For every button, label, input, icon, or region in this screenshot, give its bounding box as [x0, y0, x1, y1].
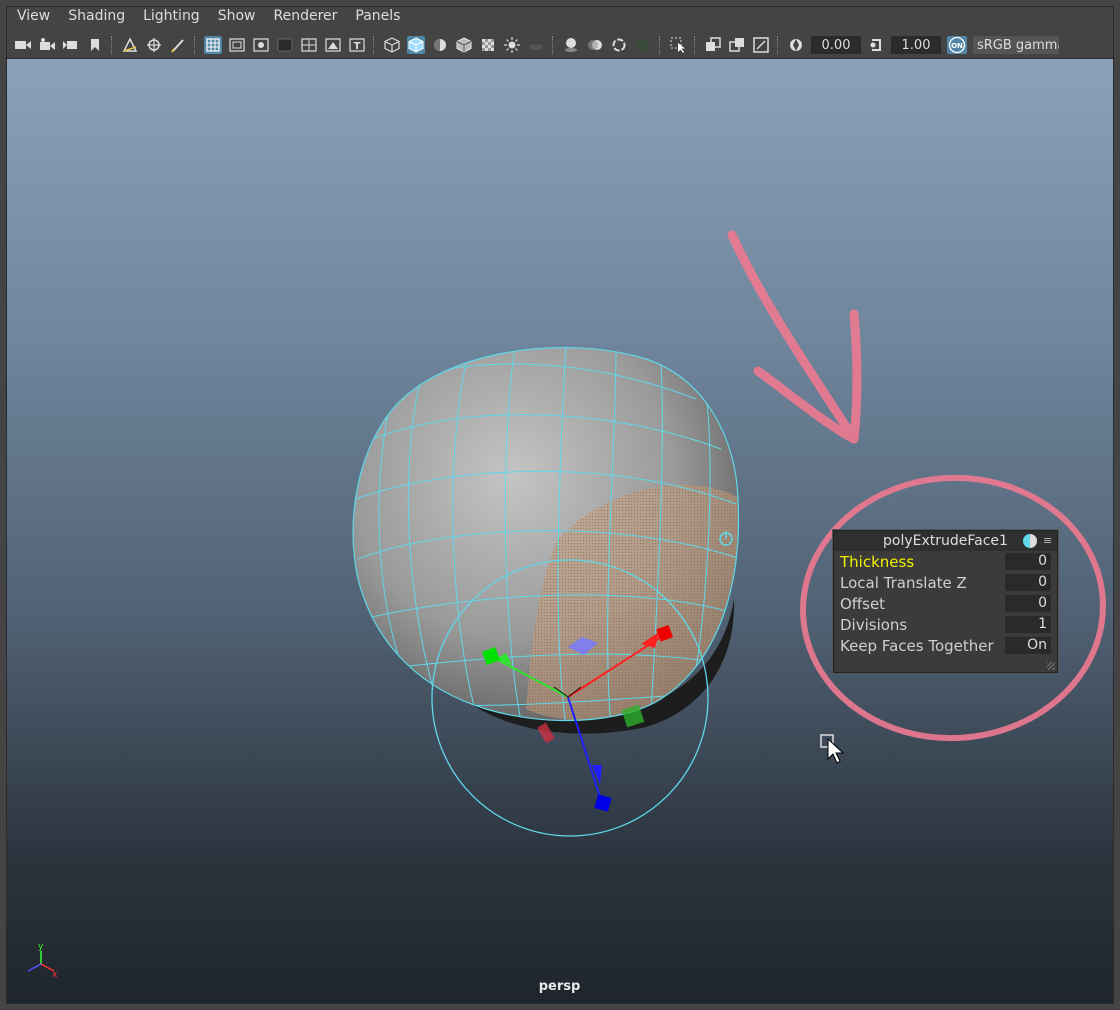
color-management-toggle[interactable]: ON — [947, 36, 967, 54]
attr-value-field[interactable]: 0 — [1005, 595, 1051, 612]
options-menu-icon[interactable]: ≡ — [1043, 534, 1053, 548]
grid-icon[interactable] — [204, 36, 222, 54]
menu-panels[interactable]: Panels — [346, 8, 409, 24]
isolate-select-icon[interactable] — [669, 36, 687, 54]
node-type-icon[interactable] — [1023, 534, 1037, 548]
attr-value-field[interactable]: 0 — [1005, 574, 1051, 591]
in-view-editor-header: polyExtrudeFace1 ≡ — [834, 531, 1057, 551]
exposure-field[interactable]: 0.00 — [811, 36, 861, 54]
annotation-arrow — [727, 230, 862, 444]
bookmark-camera-icon[interactable] — [62, 36, 80, 54]
attr-row-offset[interactable]: Offset 0 — [834, 593, 1057, 614]
use-all-lights-icon[interactable] — [503, 36, 521, 54]
default-material-icon[interactable] — [431, 36, 449, 54]
toolbar-separator — [111, 36, 114, 54]
shadows-icon[interactable] — [527, 36, 545, 54]
toolbar-separator — [659, 36, 662, 54]
attr-value-field[interactable]: 1 — [1005, 616, 1051, 633]
attr-row-thickness[interactable]: Thickness 0 — [834, 551, 1057, 572]
resize-grip-icon[interactable] — [1047, 662, 1055, 670]
toolbar-separator — [4, 36, 7, 54]
toolbar-separator — [552, 36, 555, 54]
screen-space-ao-icon[interactable] — [562, 36, 580, 54]
smooth-shade-icon[interactable] — [407, 36, 425, 54]
in-view-editor: polyExtrudeFace1 ≡ Thickness 0 Local Tra… — [833, 530, 1058, 673]
two-d-pan-zoom-icon[interactable] — [145, 36, 163, 54]
resolution-gate-icon[interactable] — [252, 36, 270, 54]
camera-name-label: persp — [538, 979, 581, 994]
menu-show[interactable]: Show — [209, 8, 265, 24]
depth-of-field-icon[interactable] — [634, 36, 652, 54]
attr-value-field[interactable]: On — [1005, 637, 1051, 654]
film-gate-icon[interactable] — [228, 36, 246, 54]
color-management-on-label: ON — [951, 42, 963, 50]
attr-row-local-translate-z[interactable]: Local Translate Z 0 — [834, 572, 1057, 593]
xray-active-components-icon[interactable] — [752, 36, 770, 54]
xray-joints-icon[interactable] — [728, 36, 746, 54]
gamma-icon[interactable] — [867, 36, 885, 54]
gamma-field[interactable]: 1.00 — [891, 36, 941, 54]
exposure-icon[interactable] — [787, 36, 805, 54]
attr-row-keep-faces-together[interactable]: Keep Faces Together On — [834, 635, 1057, 656]
bookmark-icon[interactable] — [86, 36, 104, 54]
field-chart-icon[interactable] — [300, 36, 318, 54]
panel-toolbar: T 0.00 1.00 ON sRGB gamma — [0, 32, 1120, 59]
menu-shading[interactable]: Shading — [59, 8, 134, 24]
grease-pencil-icon[interactable] — [169, 36, 187, 54]
axis-y-label: y — [38, 942, 44, 952]
attr-row-divisions[interactable]: Divisions 1 — [834, 614, 1057, 635]
gate-mask-icon[interactable] — [276, 36, 294, 54]
safe-title-icon[interactable]: T — [348, 36, 366, 54]
wireframe-icon[interactable] — [383, 36, 401, 54]
toolbar-separator — [194, 36, 197, 54]
toolbar-separator — [777, 36, 780, 54]
mouse-cursor-icon — [820, 734, 845, 764]
textured-icon[interactable] — [479, 36, 497, 54]
image-plane-icon[interactable] — [121, 36, 139, 54]
camera-icon[interactable] — [14, 36, 32, 54]
toolbar-separator — [694, 36, 697, 54]
menu-lighting[interactable]: Lighting — [134, 8, 209, 24]
anti-aliasing-icon[interactable] — [610, 36, 628, 54]
perspective-viewport[interactable]: y x persp polyExtrudeFace1 ≡ Thickness 0… — [6, 59, 1113, 1004]
camera-attributes-icon[interactable] — [38, 36, 56, 54]
xray-icon[interactable] — [704, 36, 722, 54]
motion-blur-icon[interactable] — [586, 36, 604, 54]
view-transform-dropdown[interactable]: sRGB gamma — [973, 36, 1059, 54]
toolbar-separator — [373, 36, 376, 54]
menu-bar: View Shading Lighting Show Renderer Pane… — [0, 0, 1120, 32]
view-axis-indicator: y x — [27, 942, 58, 980]
menu-renderer[interactable]: Renderer — [264, 8, 346, 24]
menu-view[interactable]: View — [0, 8, 59, 24]
wireframe-on-shaded-icon[interactable] — [455, 36, 473, 54]
safe-action-icon[interactable] — [324, 36, 342, 54]
attr-value-field[interactable]: 0 — [1005, 553, 1051, 570]
svg-text:T: T — [354, 41, 361, 52]
